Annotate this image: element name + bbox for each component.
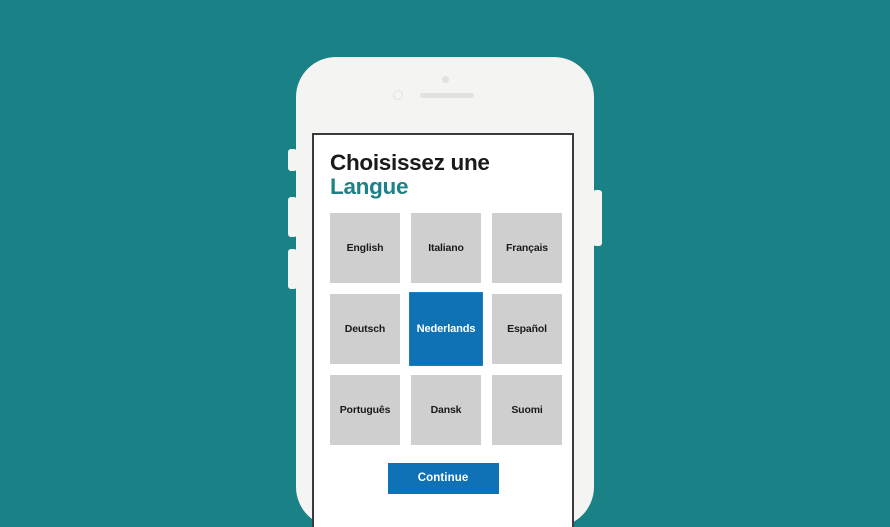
screenshot-canvas: Choisissez une Langue English Italiano Fra…: [0, 0, 890, 527]
continue-button-row: Continue: [330, 462, 556, 494]
language-tile-espa-ol[interactable]: Español: [492, 293, 562, 364]
power-button[interactable]: [593, 190, 602, 246]
language-tile-italiano[interactable]: Italiano: [411, 212, 481, 283]
language-tile-fran-ais[interactable]: Français: [492, 212, 562, 283]
language-tile-dansk[interactable]: Dansk: [411, 374, 481, 445]
phone-device-mockup: Choisissez une Langue English Italiano Fra…: [288, 57, 602, 527]
language-tile-deutsch[interactable]: Deutsch: [330, 293, 400, 364]
page-title-line-2: Langue: [330, 174, 409, 200]
continue-button[interactable]: Continue: [387, 462, 499, 494]
language-grid: English Italiano Français Deutsch Nederlands…: [330, 212, 562, 445]
volume-down-button[interactable]: [288, 249, 297, 289]
language-tile-english[interactable]: English: [330, 212, 400, 283]
volume-up-button[interactable]: [288, 197, 297, 237]
front-camera-icon: [393, 90, 403, 100]
page-title: Choisissez une Langue: [330, 150, 556, 200]
language-tile-suomi[interactable]: Suomi: [492, 374, 562, 445]
page-title-line-1: Choisissez une: [330, 150, 490, 175]
phone-screen: Choisissez une Langue English Italiano Fra…: [312, 133, 574, 527]
earpiece-speaker-icon: [420, 93, 474, 98]
mute-switch[interactable]: [288, 149, 297, 171]
proximity-sensor-icon: [442, 76, 449, 83]
language-tile-nederlands[interactable]: Nederlands: [409, 291, 483, 366]
app-content: Choisissez une Langue English Italiano Fra…: [314, 135, 572, 527]
language-tile-portugu-s[interactable]: Português: [330, 374, 400, 445]
